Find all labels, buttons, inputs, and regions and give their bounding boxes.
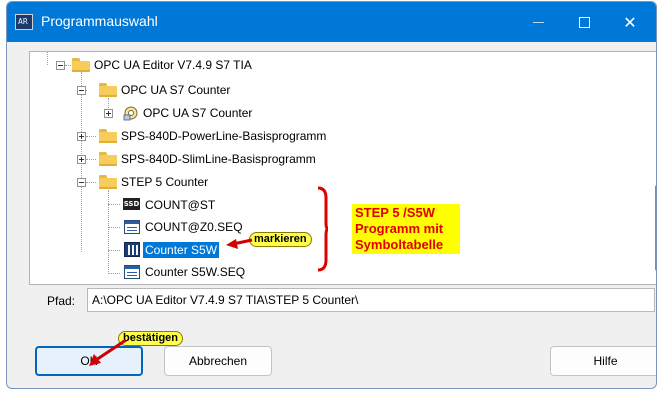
tree-line: [108, 204, 120, 205]
expand-icon[interactable]: [77, 155, 86, 164]
note-line: Programm mit: [355, 221, 444, 236]
close-icon: ✕: [623, 12, 637, 32]
close-button[interactable]: ✕: [607, 2, 653, 42]
collapse-icon[interactable]: [56, 61, 65, 70]
tree-line: [86, 182, 96, 183]
tree-node-opc-ua-s7-counter[interactable]: OPC UA S7 Counter: [143, 105, 252, 121]
annotation-note: STEP 5 /S5W Programm mit Symboltabelle: [352, 204, 460, 254]
seq-file-icon: [124, 220, 140, 234]
markieren-callout: markieren: [249, 232, 312, 247]
tree-line: [108, 250, 120, 251]
tree-node-step5-counter[interactable]: STEP 5 Counter: [121, 174, 208, 190]
tree-node-opc-ua-s7-counter-folder[interactable]: OPC UA S7 Counter: [121, 82, 230, 98]
opc-project-icon: [123, 105, 139, 121]
tree-node-opc-ua-editor[interactable]: OPC UA Editor V7.4.9 S7 TIA: [94, 57, 252, 73]
s5w-file-icon: [124, 242, 140, 257]
folder-open-icon: [72, 58, 90, 72]
scrollbar-thumb[interactable]: [655, 185, 656, 271]
app-icon-text: AR: [18, 17, 28, 26]
folder-open-icon: [99, 83, 117, 97]
collapse-icon[interactable]: [77, 86, 86, 95]
tree-node-count-z0-seq[interactable]: COUNT@Z0.SEQ: [145, 219, 243, 235]
path-field[interactable]: A:\OPC UA Editor V7.4.9 S7 TIA\STEP 5 Co…: [87, 288, 655, 312]
window-title: Programmauswahl: [41, 13, 158, 29]
folder-icon: [99, 129, 117, 143]
ssd-file-icon: SSD: [123, 198, 140, 210]
tree-line: [86, 159, 96, 160]
help-button[interactable]: Hilfe: [550, 346, 656, 376]
minimize-button[interactable]: [515, 2, 561, 42]
program-tree[interactable]: OPC UA Editor V7.4.9 S7 TIA OPC UA S7 Co…: [29, 51, 656, 285]
collapse-icon[interactable]: [77, 178, 86, 187]
tree-node-count-st[interactable]: COUNT@ST: [145, 197, 215, 213]
expand-icon[interactable]: [77, 132, 86, 141]
maximize-button[interactable]: [561, 2, 607, 42]
maximize-icon: [578, 16, 590, 28]
tree-node-slimline[interactable]: SPS-840D-SlimLine-Basisprogramm: [121, 151, 316, 167]
expand-icon[interactable]: [104, 109, 113, 118]
tree-line: [108, 273, 120, 274]
tree-line: [47, 52, 48, 65]
minimize-icon: [532, 21, 544, 23]
title-bar[interactable]: AR Programmauswahl ✕: [7, 2, 656, 42]
program-selection-dialog: AR Programmauswahl ✕ OPC UA Editor V7.4.…: [6, 1, 657, 389]
bestaetigen-callout: bestätigen: [118, 331, 184, 346]
seq-file-icon: [124, 265, 140, 279]
red-bracket: [317, 186, 328, 272]
app-icon: AR: [15, 14, 33, 30]
cancel-button[interactable]: Abbrechen: [164, 346, 272, 376]
ok-button[interactable]: OK: [35, 346, 143, 376]
note-line: Symboltabelle: [355, 237, 444, 252]
folder-icon: [99, 152, 117, 166]
path-label: Pfad:: [47, 294, 76, 308]
tree-line: [108, 227, 120, 228]
tree-node-counter-s5w-seq[interactable]: Counter S5W.SEQ: [145, 264, 245, 280]
tree-node-powerline[interactable]: SPS-840D-PowerLine-Basisprogramm: [121, 128, 326, 144]
folder-open-icon: [99, 175, 117, 189]
tree-line: [108, 190, 109, 274]
note-line: STEP 5 /S5W: [355, 205, 435, 220]
tree-line: [86, 136, 96, 137]
tree-line: [65, 65, 71, 66]
tree-node-counter-s5w[interactable]: Counter S5W: [143, 242, 220, 258]
